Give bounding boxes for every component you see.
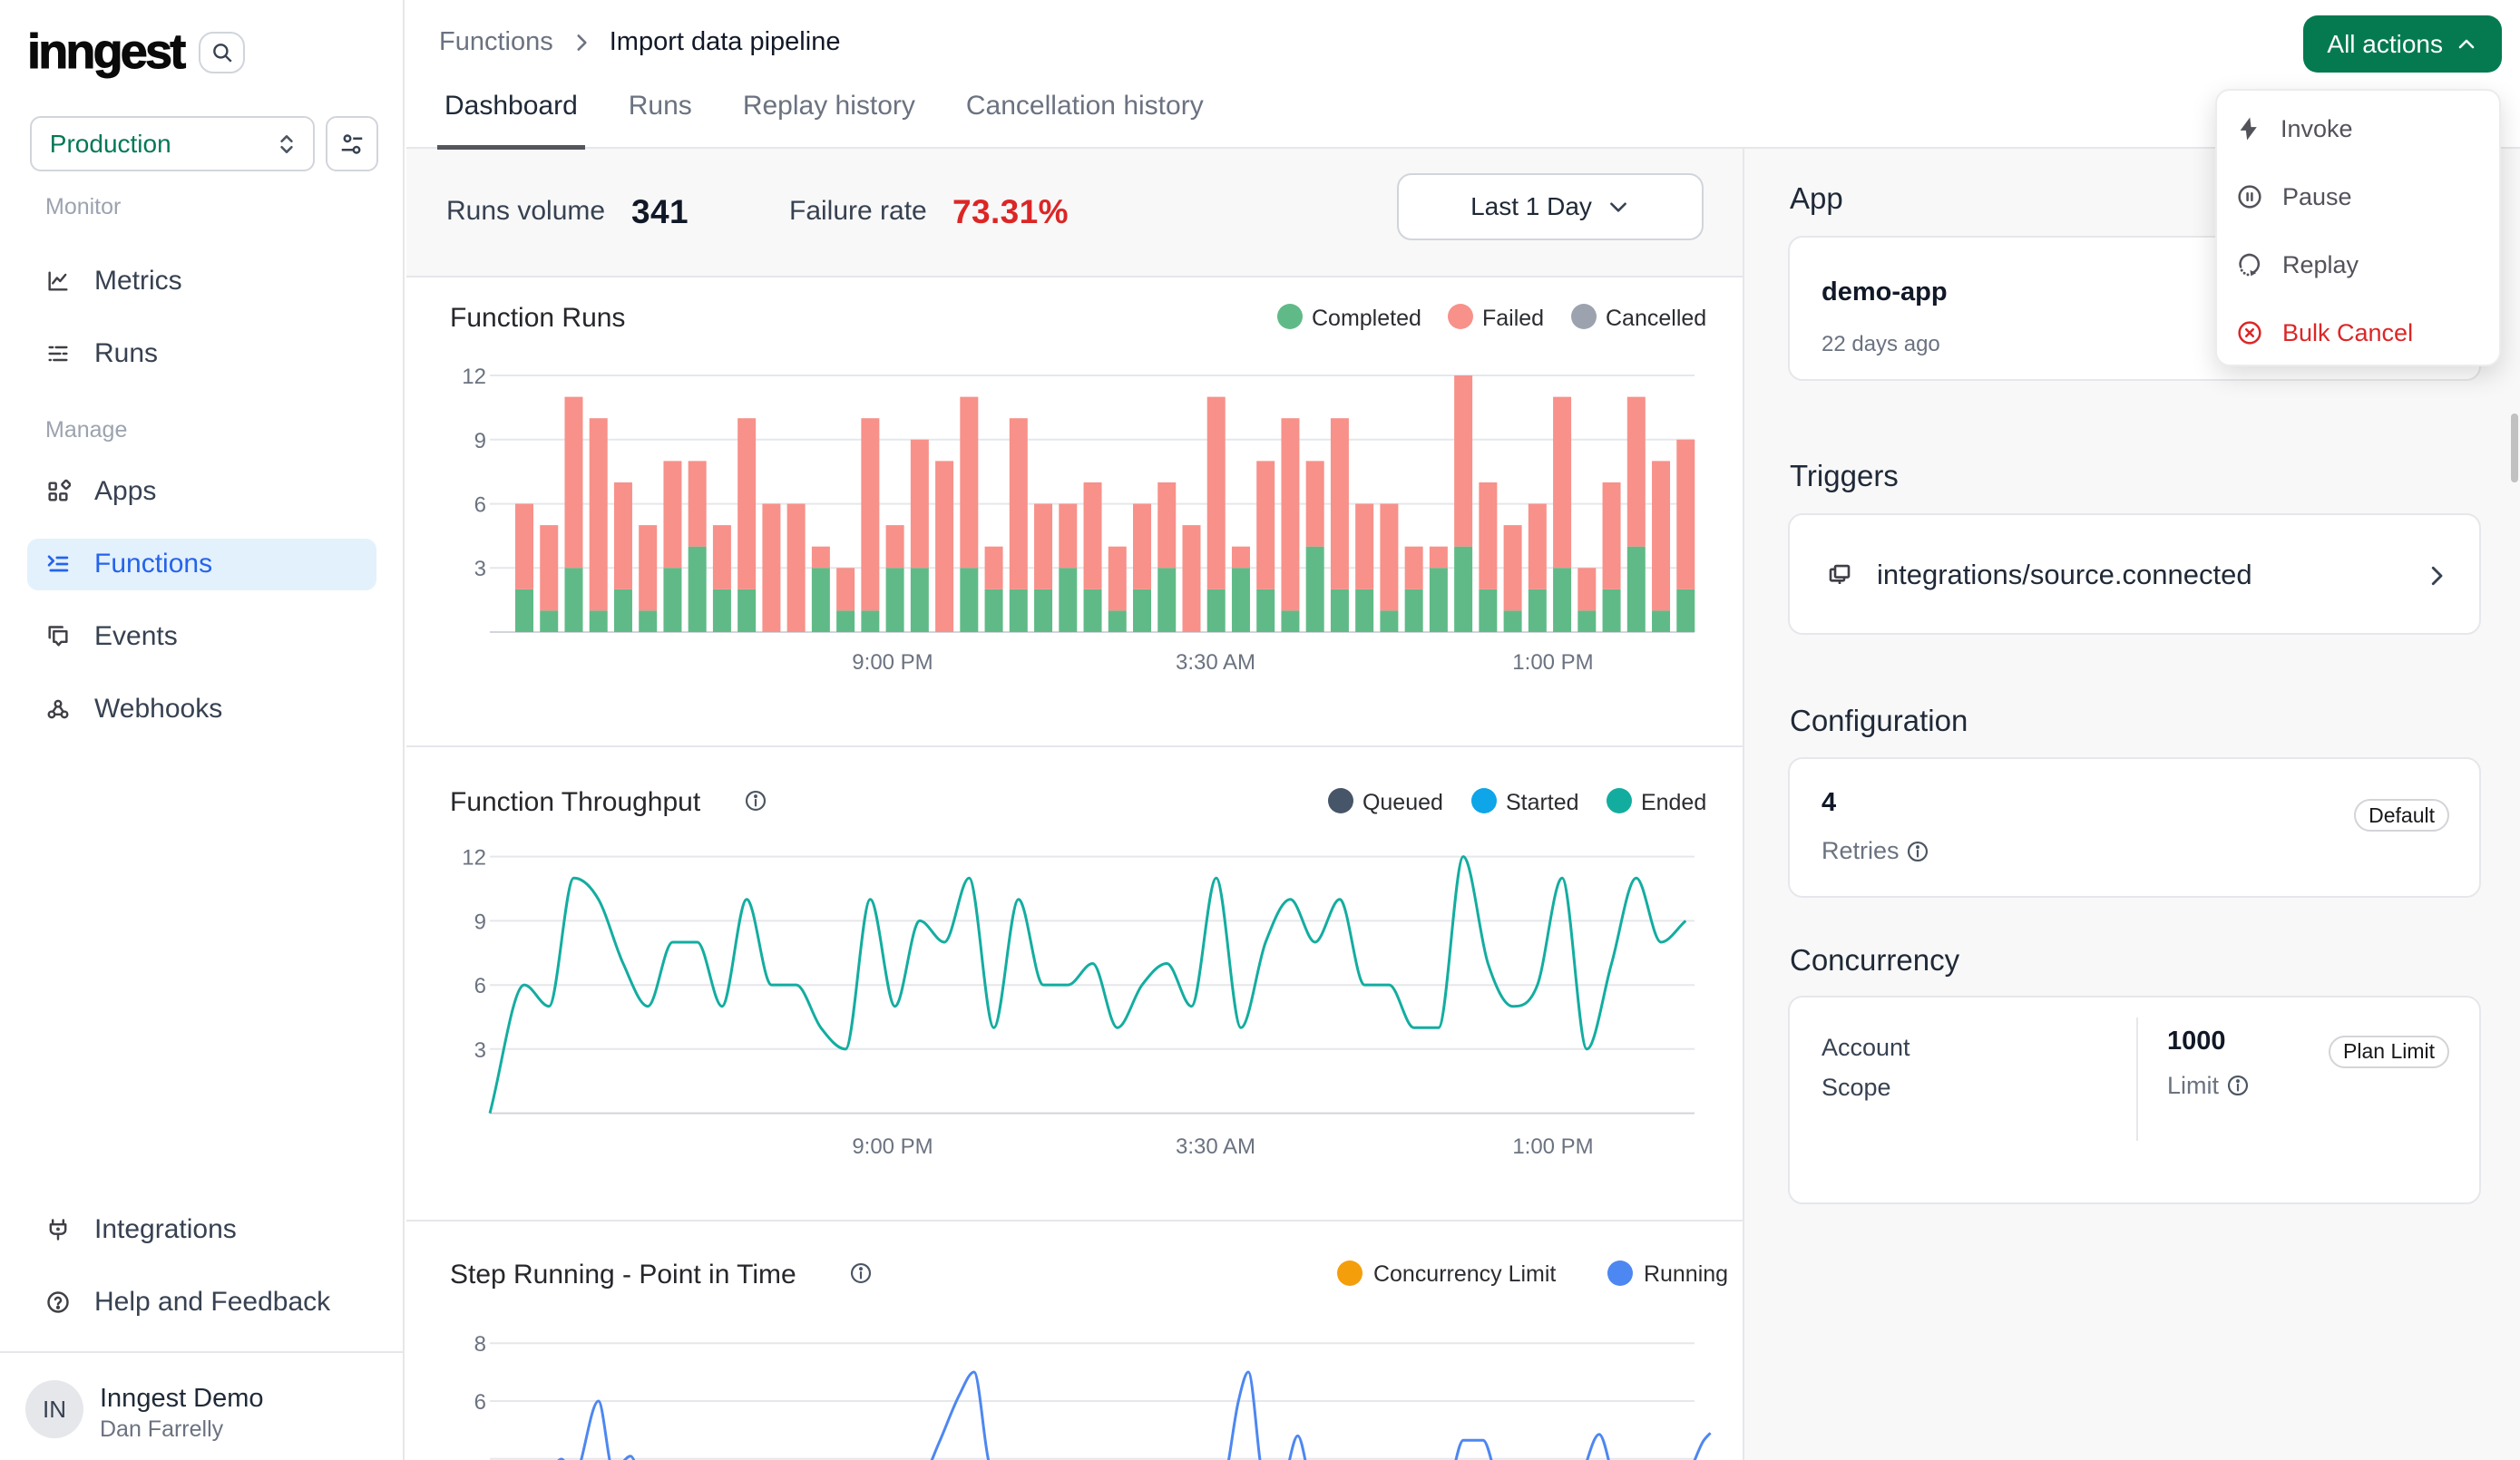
svg-text:6: 6 <box>474 974 486 998</box>
svg-text:6: 6 <box>474 1390 486 1415</box>
svg-text:Queued: Queued <box>1363 790 1443 815</box>
svg-text:Running: Running <box>1644 1261 1728 1287</box>
svg-text:8: 8 <box>474 1333 486 1358</box>
svg-text:3:30 AM: 3:30 AM <box>1176 1134 1255 1159</box>
svg-text:Cancelled: Cancelled <box>1606 306 1706 331</box>
svg-text:9: 9 <box>474 910 486 934</box>
svg-text:9:00 PM: 9:00 PM <box>852 650 933 675</box>
svg-text:Completed: Completed <box>1312 306 1421 331</box>
svg-text:3:30 AM: 3:30 AM <box>1176 650 1255 675</box>
svg-text:Concurrency Limit: Concurrency Limit <box>1373 1261 1556 1287</box>
svg-text:1:00 PM: 1:00 PM <box>1512 650 1593 675</box>
svg-text:Ended: Ended <box>1641 790 1706 815</box>
svg-text:12: 12 <box>462 365 486 389</box>
svg-text:Step Running - Point in Time: Step Running - Point in Time <box>450 1260 796 1290</box>
svg-text:3: 3 <box>474 557 486 581</box>
svg-text:6: 6 <box>474 493 486 518</box>
svg-text:9: 9 <box>474 429 486 453</box>
svg-text:Function Throughput: Function Throughput <box>450 787 701 817</box>
svg-text:9:00 PM: 9:00 PM <box>852 1134 933 1159</box>
svg-text:12: 12 <box>462 846 486 871</box>
svg-text:Failed: Failed <box>1482 306 1544 331</box>
svg-text:1:00 PM: 1:00 PM <box>1512 1134 1593 1159</box>
svg-text:Started: Started <box>1506 790 1579 815</box>
svg-text:3: 3 <box>474 1038 486 1063</box>
svg-text:Function Runs: Function Runs <box>450 303 625 333</box>
